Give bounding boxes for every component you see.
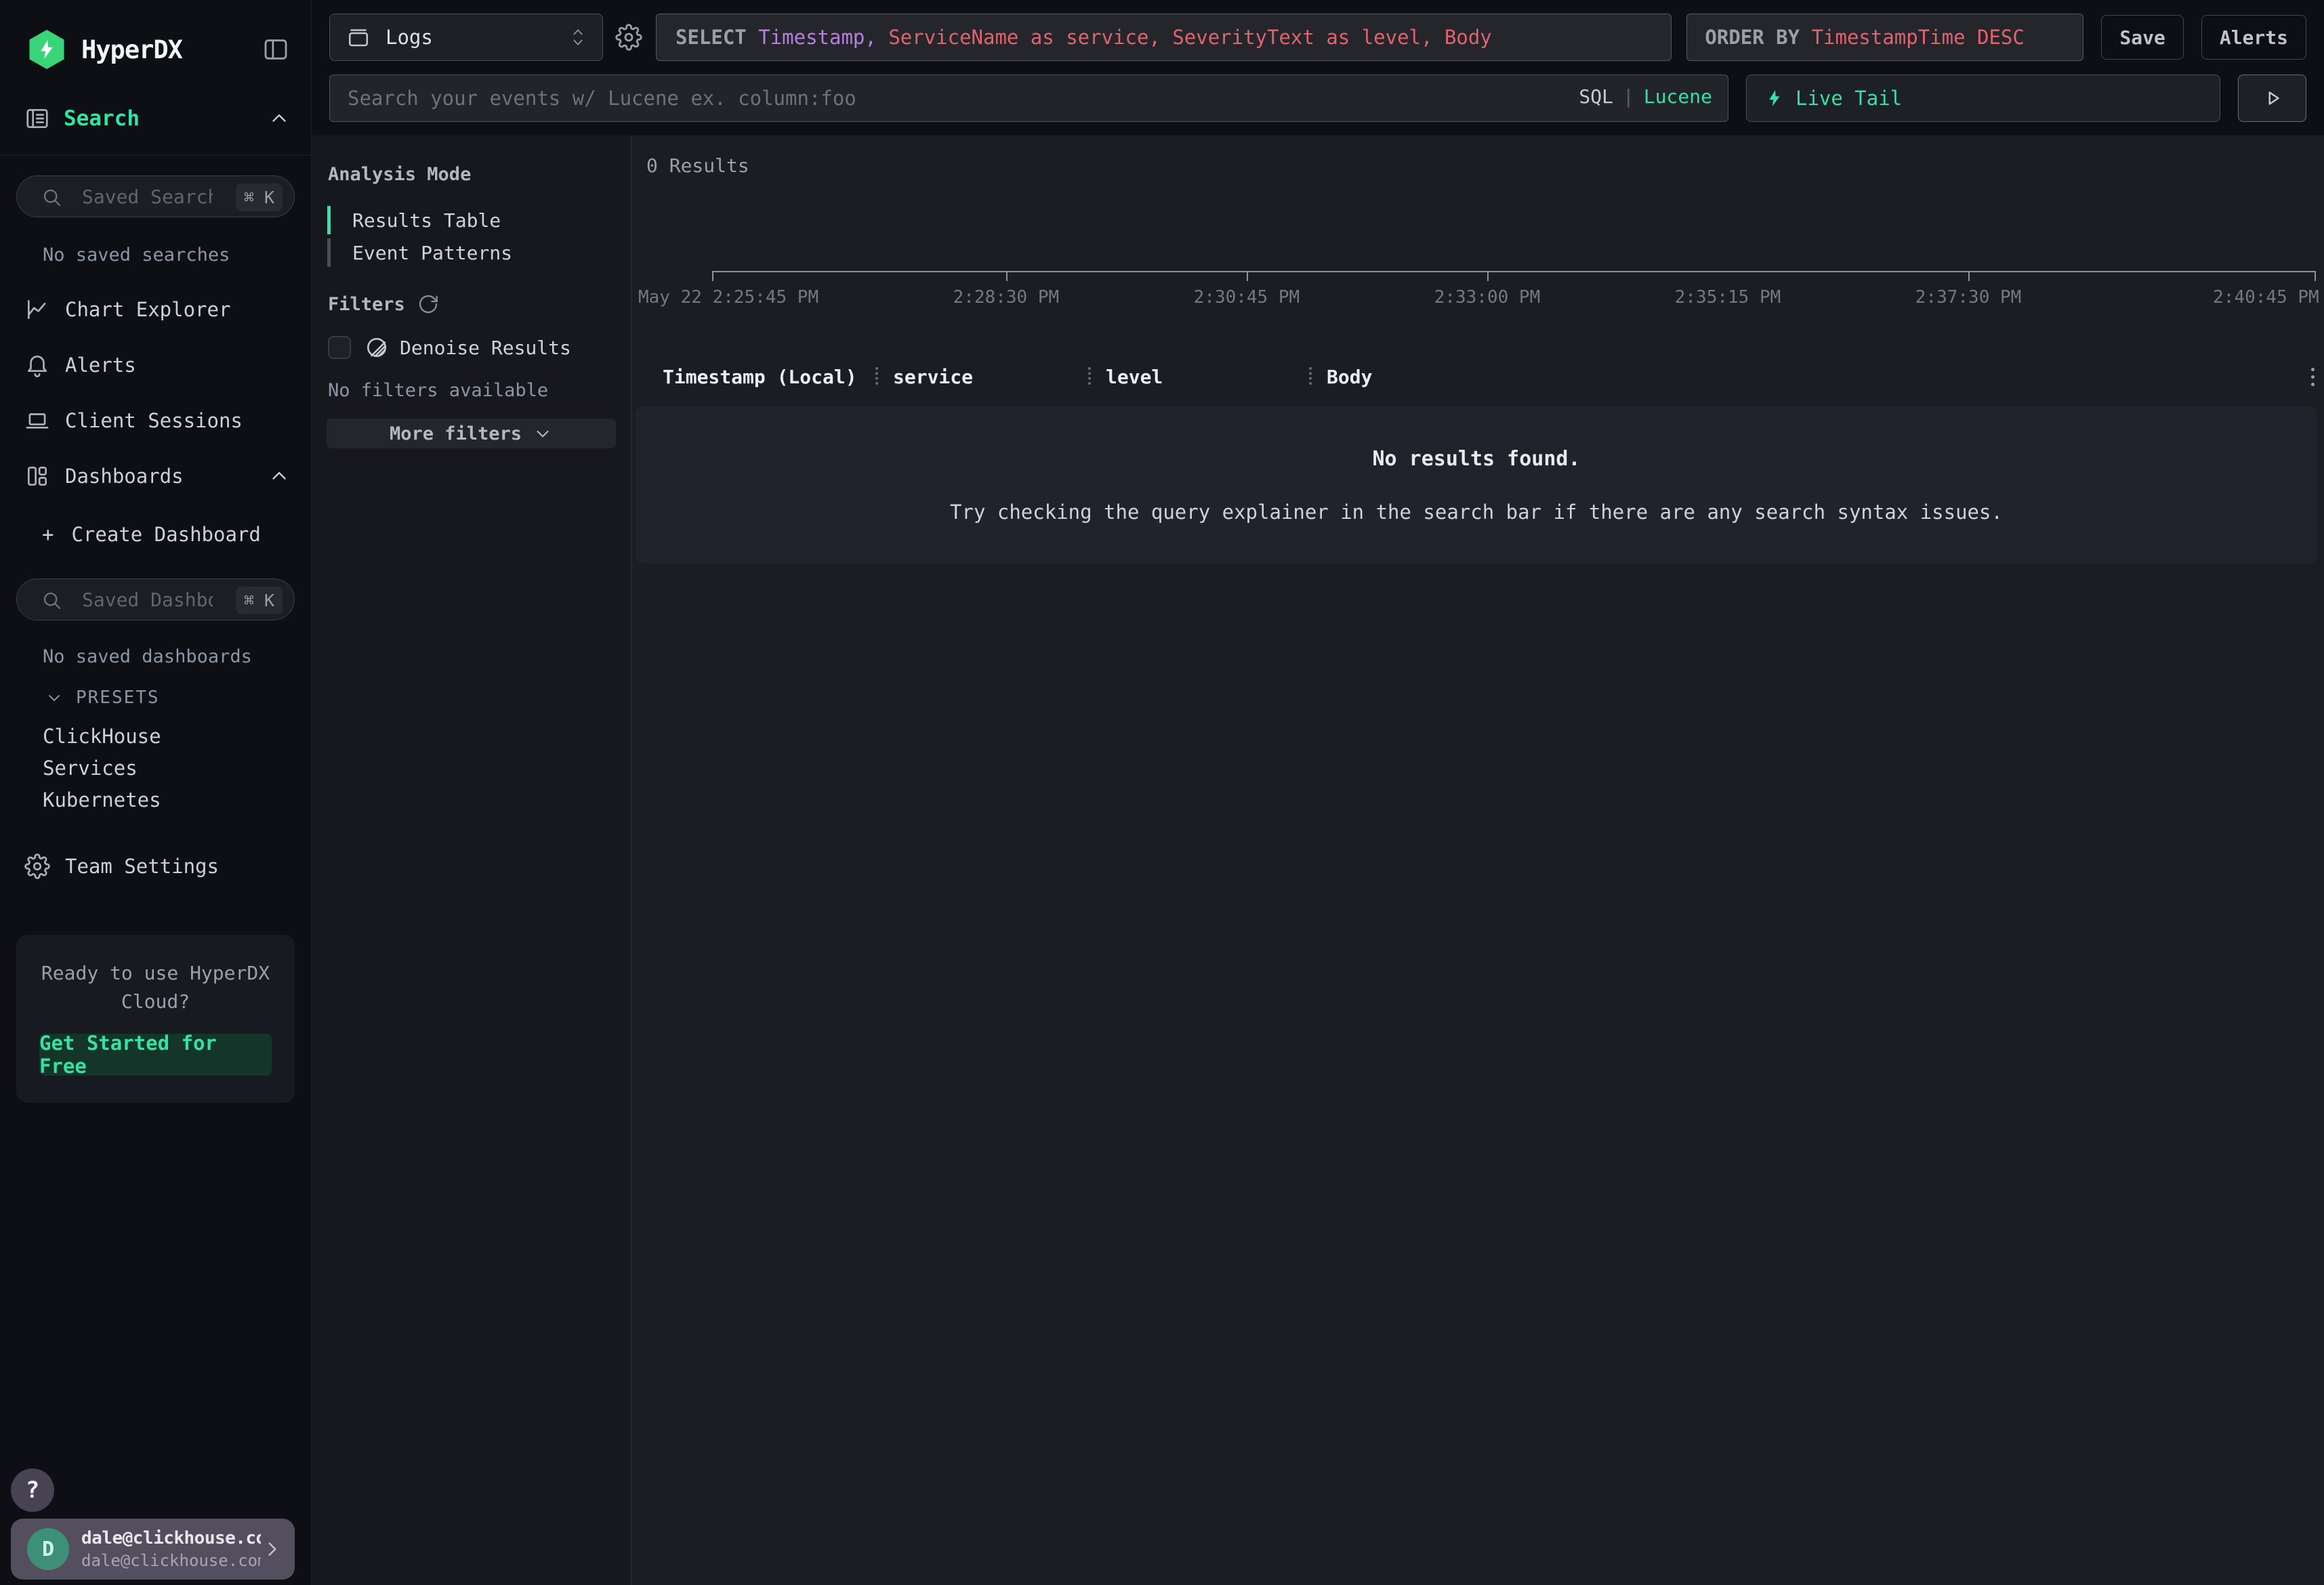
analysis-mode-tabs: Results Table Event Patterns: [327, 204, 631, 269]
sidebar: HyperDX Search ⌘ K No saved searches Cha…: [0, 0, 312, 1585]
presets-toggle[interactable]: PRESETS: [45, 688, 311, 708]
empty-state-title: No results found.: [1372, 447, 1580, 471]
no-saved-dashboards-note: No saved dashboards: [43, 646, 311, 667]
query-language-toggle[interactable]: SQL | Lucene: [1579, 85, 1712, 108]
tick-label: 2:33:00 PM: [1434, 287, 1541, 308]
content: Analysis Mode Results Table Event Patter…: [312, 135, 2324, 1585]
denoise-icon: [365, 335, 389, 360]
avatar: D: [27, 1528, 69, 1570]
time-axis: [712, 271, 2316, 272]
sidebar-item-team-settings[interactable]: Team Settings: [0, 843, 311, 890]
sidebar-item-alerts[interactable]: Alerts: [0, 337, 311, 393]
results-table-header: Timestamp (Local) service level Body: [632, 357, 2324, 396]
source-settings-gear-icon[interactable]: [615, 24, 642, 51]
search-input[interactable]: [329, 75, 1728, 122]
select-clause-input[interactable]: SELECT Timestamp, ServiceName as service…: [656, 14, 1672, 61]
table-options-kebab-icon[interactable]: [2311, 368, 2315, 386]
user-email: dale@clickhouse.com: [81, 1528, 261, 1548]
sidebar-search-label: Search: [64, 106, 268, 131]
tick-label: 2:28:30 PM: [953, 287, 1060, 308]
sidebar-item-chart-explorer[interactable]: Chart Explorer: [0, 282, 311, 337]
app-title: HyperDX: [81, 35, 262, 64]
analysis-mode-label: Analysis Mode: [328, 164, 631, 185]
results-count: 0 Results: [646, 154, 2324, 175]
command-k-shortcut: ⌘ K: [236, 184, 283, 211]
column-header-service[interactable]: service: [893, 366, 1106, 388]
command-k-shortcut: ⌘ K: [236, 587, 283, 614]
no-saved-searches-note: No saved searches: [43, 245, 311, 266]
chevron-down-icon: [533, 423, 553, 444]
results-area: 0 Results May 22 2:25:45 PM 2:28:30 PM 2…: [632, 135, 2324, 1585]
logo-row: HyperDX: [0, 0, 311, 75]
live-tail-button[interactable]: Live Tail: [1746, 75, 2220, 122]
select-chevrons-icon: [568, 25, 587, 49]
create-dashboard-button[interactable]: + Create Dashboard: [0, 511, 311, 558]
sidebar-item-dashboards[interactable]: Dashboards: [0, 448, 311, 504]
run-query-button[interactable]: [2238, 75, 2306, 122]
refresh-filters-icon[interactable]: [417, 293, 439, 315]
event-search: SQL | Lucene: [329, 75, 1728, 122]
help-button[interactable]: ?: [11, 1468, 54, 1512]
timeline-chart[interactable]: May 22 2:25:45 PM 2:28:30 PM 2:30:45 PM …: [712, 175, 2316, 318]
plus-icon: +: [42, 523, 54, 546]
hyperdx-logo-icon: [27, 30, 66, 69]
column-header-level[interactable]: level: [1106, 366, 1327, 388]
laptop-icon: [24, 408, 50, 434]
sidebar-item-client-sessions[interactable]: Client Sessions: [0, 393, 311, 448]
user-card[interactable]: D dale@clickhouse.com dale@clickhouse.co…: [11, 1519, 295, 1580]
tick-label: 2:40:45 PM: [2213, 287, 2319, 308]
play-icon: [2261, 87, 2284, 110]
filters-panel: Analysis Mode Results Table Event Patter…: [312, 135, 632, 1585]
workspace: Logs SELECT Timestamp, ServiceName as se…: [312, 0, 2324, 1585]
save-button[interactable]: Save: [2101, 15, 2183, 60]
sidebar-collapse-icon[interactable]: [262, 36, 289, 63]
sidebar-preset-kubernetes[interactable]: Kubernetes: [0, 784, 311, 816]
sidebar-nav: Chart Explorer Alerts Client Sessions Da…: [0, 282, 311, 504]
source-select-value: Logs: [386, 26, 568, 49]
sidebar-preset-clickhouse[interactable]: ClickHouse: [0, 720, 311, 752]
bell-icon: [24, 352, 50, 378]
cloud-promo: Ready to use HyperDX Cloud? Get Started …: [16, 935, 295, 1103]
no-filters-note: No filters available: [328, 380, 631, 401]
tick-label: 2:35:15 PM: [1675, 287, 1781, 308]
chart-explorer-icon: [24, 297, 50, 322]
saved-searches-search: ⌘ K: [16, 175, 295, 217]
denoise-results-option[interactable]: Denoise Results: [328, 335, 631, 360]
denoise-checkbox[interactable]: [328, 336, 351, 359]
gear-icon: [24, 853, 50, 879]
saved-dashboards-search: ⌘ K: [16, 578, 295, 620]
tab-results-table[interactable]: Results Table: [327, 204, 631, 236]
order-by-input[interactable]: ORDER BY TimestampTime DESC: [1686, 14, 2083, 61]
tick-label: 2:37:30 PM: [1915, 287, 2022, 308]
search-row: SQL | Lucene Live Tail: [329, 75, 2306, 122]
source-select[interactable]: Logs: [329, 14, 603, 61]
lightning-icon: [1766, 87, 1783, 109]
column-header-body[interactable]: Body: [1327, 366, 2287, 388]
filters-header: Filters: [328, 293, 631, 315]
get-started-button[interactable]: Get Started for Free: [39, 1034, 272, 1076]
dashboards-icon: [24, 463, 50, 489]
column-header-timestamp[interactable]: Timestamp (Local): [663, 366, 893, 388]
chevron-down-icon: [45, 688, 64, 707]
sidebar-item-search[interactable]: Search: [0, 106, 311, 155]
empty-state-hint: Try checking the query explainer in the …: [950, 501, 2003, 524]
chevron-right-icon: [261, 1538, 284, 1561]
query-row: Logs SELECT Timestamp, ServiceName as se…: [329, 14, 2306, 61]
logs-source-icon: [346, 25, 371, 49]
sidebar-preset-services[interactable]: Services: [0, 752, 311, 784]
user-subtitle: dale@clickhouse.com's: [81, 1551, 261, 1570]
tick-label: 2:30:45 PM: [1194, 287, 1300, 308]
tab-event-patterns[interactable]: Event Patterns: [327, 236, 631, 269]
chevron-up-icon[interactable]: [268, 465, 291, 488]
topbar: Logs SELECT Timestamp, ServiceName as se…: [312, 0, 2324, 135]
tick-label: May 22 2:25:45 PM: [638, 287, 818, 308]
chevron-up-icon[interactable]: [268, 107, 291, 130]
cloud-promo-text: Ready to use HyperDX: [39, 959, 272, 988]
alerts-button[interactable]: Alerts: [2201, 15, 2306, 60]
more-filters-button[interactable]: More filters: [327, 419, 616, 448]
search-section-icon: [24, 106, 50, 131]
empty-state: No results found. Try checking the query…: [636, 406, 2317, 564]
